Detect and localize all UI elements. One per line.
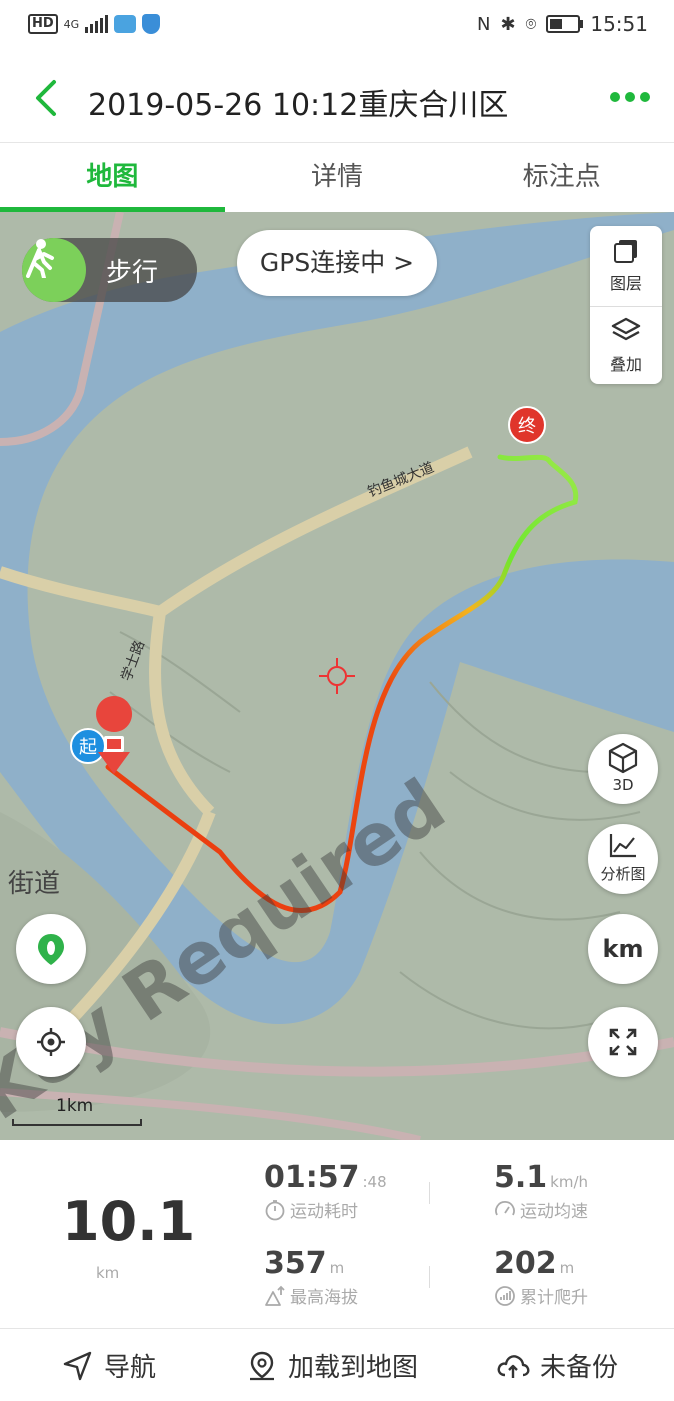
duration-value: 01:57 [264,1160,360,1195]
fullscreen-icon [609,1028,637,1056]
distance-unit: km [96,1264,120,1282]
locate-icon [37,1028,65,1056]
navigation-arrow-icon [63,1351,92,1380]
climb-bars-icon [495,1285,515,1306]
gps-status-button[interactable]: GPS连接中 > [237,230,437,296]
load-to-map-label: 加载到地图 [288,1353,419,1383]
activity-mode-label: 步行 [106,258,159,288]
battery-icon [546,15,584,33]
title-bar: 2019-05-26 10:12重庆合川区 [0,54,674,143]
map-pin-icon [250,1351,274,1380]
climb-stat: 202 m 累计爬升 [494,1246,588,1308]
cube-icon [608,742,638,774]
more-button[interactable] [610,92,650,102]
max-altitude-label: 最高海拔 [290,1288,358,1308]
scale-label: 1km [56,1096,94,1116]
locate-button[interactable] [16,1007,86,1077]
speed-value: 5.1 [494,1160,548,1195]
bluetooth-icon: ✱ [500,13,516,35]
activity-mode-button[interactable]: 步行 [22,238,197,302]
3d-button[interactable]: 3D [588,734,658,804]
hd-badge: HD [28,14,58,34]
app-notification-icon [114,15,137,33]
line-chart-icon [609,834,636,858]
climb-label: 累计爬升 [520,1288,588,1308]
location-icon: ⌾ [525,13,537,35]
start-marker-label: 起 [79,737,97,758]
analysis-label: 分析图 [600,865,646,883]
max-altitude-stat: 357 m 最高海拔 [264,1246,358,1308]
fullscreen-button[interactable] [588,1007,658,1077]
climb-unit: m [559,1259,575,1277]
climb-value: 202 [494,1246,557,1281]
overlay-button[interactable]: 叠加 [590,306,662,385]
layers-button[interactable]: 图层 [590,226,662,304]
tab-markers[interactable]: 标注点 [449,142,674,212]
nfc-icon: N [476,13,491,35]
stopwatch-icon [265,1199,285,1220]
duration-seconds: :48 [362,1173,387,1191]
duration-stat: 01:57:48 运动耗时 [264,1160,387,1222]
speed-stat: 5.1 km/h 运动均速 [494,1160,588,1222]
footprint-icon [38,934,64,965]
max-altitude-value: 357 [264,1246,327,1281]
back-button[interactable] [30,78,70,118]
more-dots-icon [610,92,620,102]
analysis-button[interactable]: 分析图 [588,824,658,894]
cloud-upload-icon [497,1354,530,1378]
chevron-left-icon [36,80,56,116]
layer-panel: 图层 叠加 [590,226,662,384]
duration-label: 运动耗时 [290,1202,358,1222]
tab-bar: 地图 详情 标注点 [0,142,674,212]
map-canvas: 钓鱼城大道 学士路 街道 Key Required 起 终 [0,212,674,1140]
status-bar: HD 4G N ✱ ⌾ 15:51 [0,0,674,54]
layers-icon [614,240,637,263]
bottom-action-bar: 导航 加载到地图 未备份 [0,1328,674,1401]
map-view[interactable]: 钓鱼城大道 学士路 街道 Key Required 起 终 步行 GPS连接中 … [0,212,674,1140]
walking-icon [22,238,86,302]
total-distance: 10.1 [62,1190,196,1253]
speedometer-icon [495,1200,515,1215]
district-label: 街道 [8,869,60,899]
end-marker[interactable]: 终 [508,406,546,444]
navigate-label: 导航 [104,1353,157,1383]
overlay-label: 叠加 [609,355,642,374]
layers-label: 图层 [609,274,642,293]
network-type: 4G [63,17,80,31]
unit-km-button[interactable]: km [588,914,658,984]
footprint-button[interactable] [16,914,86,984]
backup-button[interactable]: 未备份 [496,1347,618,1384]
clock: 15:51 [590,12,648,36]
navigate-button[interactable]: 导航 [62,1347,156,1384]
end-marker-label: 终 [518,416,536,437]
tab-map[interactable]: 地图 [0,142,225,212]
signal-icon [85,15,109,33]
page-title: 2019-05-26 10:12重庆合川区 [88,88,509,123]
shield-app-icon [142,14,161,34]
3d-label: 3D [612,776,634,794]
speed-label: 运动均速 [520,1202,588,1222]
stack-icon [611,317,641,341]
load-to-map-button[interactable]: 加载到地图 [246,1347,418,1384]
max-altitude-unit: m [329,1259,345,1277]
stats-panel: 10.1 km 01:57:48 运动耗时 5.1 km/h 运动均速 357 m … [0,1140,674,1330]
backup-label: 未备份 [540,1353,619,1383]
tab-details[interactable]: 详情 [225,142,450,212]
map-scale: 1km [12,1096,142,1126]
unit-km-label: km [602,935,644,963]
speed-unit: km/h [550,1173,589,1191]
mountain-peak-icon [265,1285,285,1306]
